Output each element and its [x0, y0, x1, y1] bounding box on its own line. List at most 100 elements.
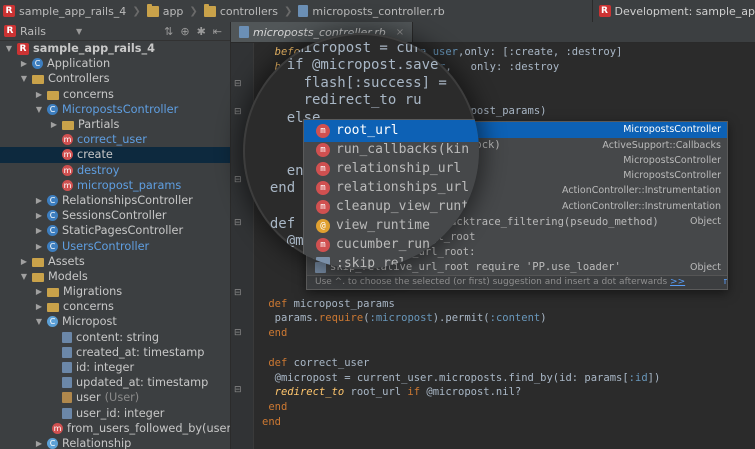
- collapsed-arrow-icon[interactable]: ▶: [34, 439, 44, 448]
- collapsed-arrow-icon[interactable]: ▶: [19, 257, 29, 266]
- expanded-arrow-icon[interactable]: ▼: [19, 74, 29, 83]
- code-line[interactable]: def correct_user: [262, 356, 369, 370]
- gear-icon[interactable]: ✱: [197, 25, 206, 38]
- tree-item[interactable]: ▶ concerns: [0, 299, 230, 314]
- code-line[interactable]: def micropost_params: [262, 297, 394, 311]
- tree-item[interactable]: ▼ Controllers: [0, 71, 230, 86]
- magnified-completion-name: run_callbacks(kin: [336, 142, 470, 158]
- class-icon: C: [47, 240, 58, 252]
- expanded-arrow-icon[interactable]: ▼: [34, 105, 44, 114]
- completion-hint: Use ^. to choose the selected (or first)…: [307, 275, 727, 289]
- tree-item[interactable]: ▶ C Application: [0, 56, 230, 71]
- tree-item[interactable]: user_id: integer: [0, 406, 230, 421]
- tree-item[interactable]: ▶ C SessionsController: [0, 208, 230, 223]
- code-token: :id: [628, 371, 648, 384]
- magnified-completion-name: cleanup_view_runti: [336, 199, 477, 215]
- code-line[interactable]: end: [262, 415, 281, 429]
- method-icon: m: [316, 161, 330, 176]
- breadcrumb-project[interactable]: R sample_app_rails_4: [0, 5, 129, 18]
- tree-item-label: id: integer: [76, 361, 135, 375]
- pi-icon[interactable]: π: [724, 276, 727, 289]
- code-line[interactable]: redirect_to root_url if @micropost.nil?: [262, 385, 522, 399]
- close-icon[interactable]: ×: [396, 27, 404, 38]
- fold-marker-icon[interactable]: ⊟: [234, 175, 244, 185]
- code-line[interactable]: @micropost = current_user.microposts.fin…: [262, 371, 661, 385]
- tree-item[interactable]: ▶ C Relationship: [0, 436, 230, 449]
- collapsed-arrow-icon[interactable]: ▶: [19, 59, 29, 68]
- code-token: root_url: [350, 386, 408, 399]
- collapsed-arrow-icon[interactable]: ▶: [49, 120, 59, 129]
- code-token: only: :destroy: [470, 60, 560, 73]
- run-configuration-selector[interactable]: R Development: sample_ap: [591, 0, 755, 22]
- attribute-icon: @: [316, 218, 330, 233]
- tree-item[interactable]: ▶ C UsersController: [0, 238, 230, 253]
- hide-panel-icon[interactable]: ⇤: [213, 25, 222, 38]
- fold-marker-icon[interactable]: ⊟: [234, 328, 244, 338]
- tree-item-label: content: string: [76, 330, 160, 344]
- tree-item[interactable]: m from_users_followed_by(user): [0, 421, 230, 436]
- tree-item-label: updated_at: timestamp: [76, 376, 209, 390]
- collapsed-arrow-icon[interactable]: ▶: [34, 287, 44, 296]
- tree-item[interactable]: ▶ Assets: [0, 254, 230, 269]
- expanded-arrow-icon[interactable]: ▼: [19, 272, 29, 281]
- completion-item-type: MicropostsController: [623, 124, 721, 136]
- tree-item[interactable]: created_at: timestamp: [0, 345, 230, 360]
- tree-item[interactable]: ▼ Models: [0, 269, 230, 284]
- tree-item[interactable]: m create: [0, 147, 230, 163]
- scroll-from-source-icon[interactable]: ⊕: [180, 25, 189, 38]
- magnified-code-line: @micropost = current_us: [253, 39, 479, 56]
- fold-marker-icon[interactable]: ⊟: [234, 288, 244, 298]
- tree-item-label: created_at: timestamp: [76, 345, 205, 359]
- tree-item[interactable]: ▶ C RelationshipsController: [0, 193, 230, 208]
- breadcrumb-file[interactable]: microposts_controller.rb: [295, 5, 447, 18]
- tree-item[interactable]: ▶ Migrations: [0, 284, 230, 299]
- chevron-down-icon[interactable]: ▼: [76, 27, 82, 36]
- collapsed-arrow-icon[interactable]: ▶: [34, 211, 44, 220]
- tree-item[interactable]: ▼ Rsample_app_rails_4: [0, 41, 230, 56]
- tree-item[interactable]: ▼ C Micropost: [0, 314, 230, 329]
- tree-item[interactable]: ▶ Partials: [0, 117, 230, 132]
- expanded-arrow-icon[interactable]: ▼: [34, 317, 44, 326]
- variable-icon: [316, 256, 330, 269]
- expanded-arrow-icon[interactable]: ▼: [4, 44, 14, 53]
- breadcrumb-controllers[interactable]: controllers: [201, 3, 281, 18]
- collapsed-arrow-icon[interactable]: ▶: [34, 90, 44, 99]
- tree-item-label: Application: [47, 57, 111, 71]
- code-token: ).permit(: [432, 312, 490, 325]
- code-token: if: [407, 386, 427, 399]
- folder-icon: [47, 303, 59, 313]
- method-icon: m: [62, 164, 73, 176]
- project-tree: ▼ Rsample_app_rails_4 ▶ C Application ▼ Contro…: [0, 41, 230, 449]
- code-line[interactable]: end: [262, 326, 287, 340]
- code-line[interactable]: end: [262, 400, 287, 414]
- collapsed-arrow-icon[interactable]: ▶: [34, 196, 44, 205]
- tree-item[interactable]: ▶ C StaticPagesController: [0, 223, 230, 238]
- breadcrumb-app[interactable]: app: [144, 3, 187, 18]
- tree-item[interactable]: id: integer: [0, 360, 230, 375]
- collapse-all-icon[interactable]: ⇅: [164, 25, 173, 38]
- tree-item[interactable]: user (User): [0, 390, 230, 405]
- collapsed-arrow-icon[interactable]: ▶: [34, 226, 44, 235]
- code-line[interactable]: params.require(:micropost).permit(:conte…: [262, 311, 547, 325]
- collapsed-arrow-icon[interactable]: ▶: [34, 302, 44, 311]
- tree-item[interactable]: updated_at: timestamp: [0, 375, 230, 390]
- tree-item-label: create: [77, 148, 113, 162]
- fold-marker-icon[interactable]: ⊟: [234, 385, 244, 395]
- collapsed-arrow-icon[interactable]: ▶: [34, 242, 44, 251]
- tree-item[interactable]: ▼ C MicropostsController: [0, 102, 230, 117]
- code-token: correct_user: [293, 356, 370, 369]
- tree-item[interactable]: content: string: [0, 330, 230, 345]
- fold-marker-icon[interactable]: ⊟: [234, 218, 244, 228]
- completion-item-type: Object: [690, 261, 721, 273]
- tree-item[interactable]: m micropost_params: [0, 178, 230, 193]
- fold-marker-icon[interactable]: ⊟: [234, 107, 244, 117]
- project-view-selector[interactable]: Rails: [20, 25, 46, 38]
- magnified-completion-name: cucumber_run_wit: [336, 237, 462, 253]
- fold-marker-icon[interactable]: ⊟: [234, 79, 244, 89]
- tree-item[interactable]: m correct_user: [0, 132, 230, 147]
- completion-hint-link[interactable]: >>: [670, 277, 685, 287]
- field-icon: [62, 331, 72, 343]
- tree-item[interactable]: m destroy: [0, 163, 230, 178]
- tree-item[interactable]: ▶ concerns: [0, 87, 230, 102]
- editor-gutter[interactable]: ⊟ ⊟ ⊟ ⊟ ⊟ ⊟ ⊟: [231, 43, 254, 449]
